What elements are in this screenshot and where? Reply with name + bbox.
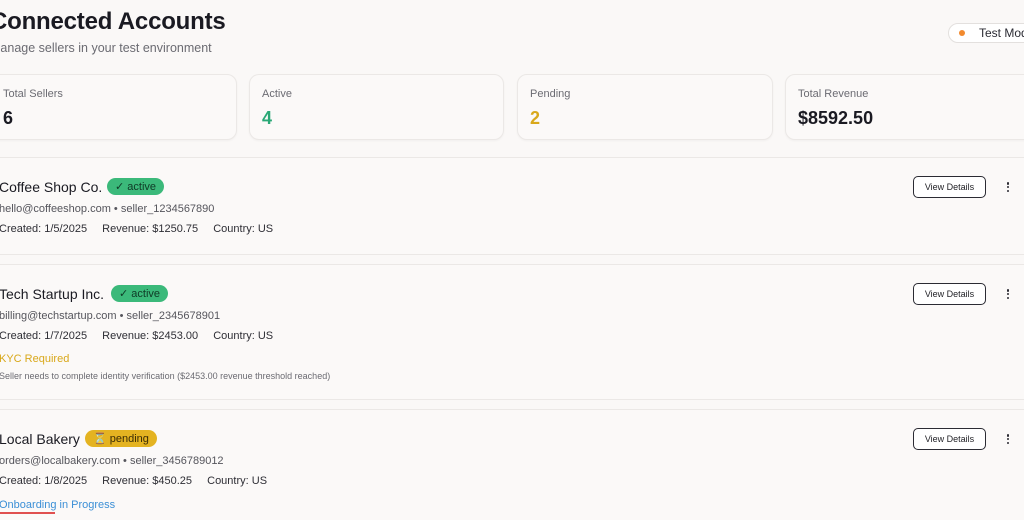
more-options-icon[interactable] bbox=[1003, 180, 1013, 194]
revenue-value: Revenue: $1250.75 bbox=[102, 223, 199, 235]
account-card-coffee-shop: Coffee Shop Co. ✓ active hello@coffeesho… bbox=[0, 157, 1024, 255]
stat-value: 2 bbox=[530, 108, 541, 128]
more-options-icon[interactable] bbox=[1003, 287, 1013, 301]
onboarding-status-link[interactable]: Onboarding in Progress bbox=[0, 499, 115, 511]
country-value: Country: US bbox=[213, 223, 274, 235]
page-subtitle: Manage sellers in your test environment bbox=[0, 41, 212, 55]
view-details-button[interactable]: View Details bbox=[913, 176, 986, 198]
account-meta: Created: 1/5/2025 Revenue: $1250.75 Coun… bbox=[0, 223, 285, 235]
account-name: Coffee Shop Co. bbox=[0, 179, 103, 195]
account-contact: orders@localbakery.com • seller_34567890… bbox=[0, 455, 224, 467]
stat-card-total-sellers: Total Sellers 6 bbox=[0, 74, 237, 140]
stat-value: $8592.50 bbox=[798, 108, 874, 128]
account-name: Tech Startup Inc. bbox=[0, 286, 105, 302]
account-card-local-bakery: Local Bakery ⏳ pending orders@localbaker… bbox=[0, 409, 1024, 520]
country-value: Country: US bbox=[213, 330, 274, 342]
stat-card-total-revenue: Total Revenue $8592.50 bbox=[785, 74, 1024, 140]
stat-card-active: Active 4 bbox=[249, 74, 504, 140]
stat-value: 4 bbox=[262, 108, 273, 128]
connected-accounts-page: Connected Accounts Manage sellers in you… bbox=[0, 0, 1024, 520]
stat-label: Pending bbox=[530, 88, 571, 100]
stat-label: Total Revenue bbox=[798, 88, 869, 100]
revenue-value: Revenue: $450.25 bbox=[102, 475, 193, 487]
view-details-button[interactable]: View Details bbox=[913, 283, 986, 305]
account-contact: hello@coffeeshop.com • seller_1234567890 bbox=[0, 203, 215, 215]
status-dot-icon bbox=[959, 30, 965, 36]
status-badge: ⏳ pending bbox=[85, 430, 157, 447]
revenue-value: Revenue: $2453.00 bbox=[102, 330, 199, 342]
stat-label: Active bbox=[262, 88, 292, 100]
account-contact: billing@techstartup.com • seller_2345678… bbox=[0, 310, 221, 322]
account-card-tech-startup: Tech Startup Inc. ✓ active billing@techs… bbox=[0, 264, 1024, 400]
page-title: Connected Accounts bbox=[0, 8, 226, 35]
view-details-button[interactable]: View Details bbox=[913, 428, 986, 450]
kyc-required-description: Seller needs to complete identity verifi… bbox=[0, 371, 331, 381]
stat-value: 6 bbox=[3, 108, 14, 128]
created-date: Created: 1/7/2025 bbox=[0, 330, 88, 342]
account-name: Local Bakery bbox=[0, 431, 80, 447]
test-mode-toggle[interactable]: Test Mode bbox=[948, 23, 1024, 43]
test-mode-label: Test Mode bbox=[979, 26, 1024, 40]
stat-label: Total Sellers bbox=[3, 88, 63, 100]
account-meta: Created: 1/7/2025 Revenue: $2453.00 Coun… bbox=[0, 330, 285, 342]
country-value: Country: US bbox=[207, 475, 268, 487]
created-date: Created: 1/5/2025 bbox=[0, 223, 88, 235]
account-meta: Created: 1/8/2025 Revenue: $450.25 Count… bbox=[0, 475, 279, 487]
created-date: Created: 1/8/2025 bbox=[0, 475, 88, 487]
status-badge: ✓ active bbox=[107, 178, 165, 195]
onboarding-progress-indicator bbox=[0, 512, 55, 514]
stat-card-pending: Pending 2 bbox=[517, 74, 773, 140]
status-badge: ✓ active bbox=[111, 285, 169, 302]
more-options-icon[interactable] bbox=[1003, 432, 1013, 446]
kyc-required-label: KYC Required bbox=[0, 353, 70, 365]
